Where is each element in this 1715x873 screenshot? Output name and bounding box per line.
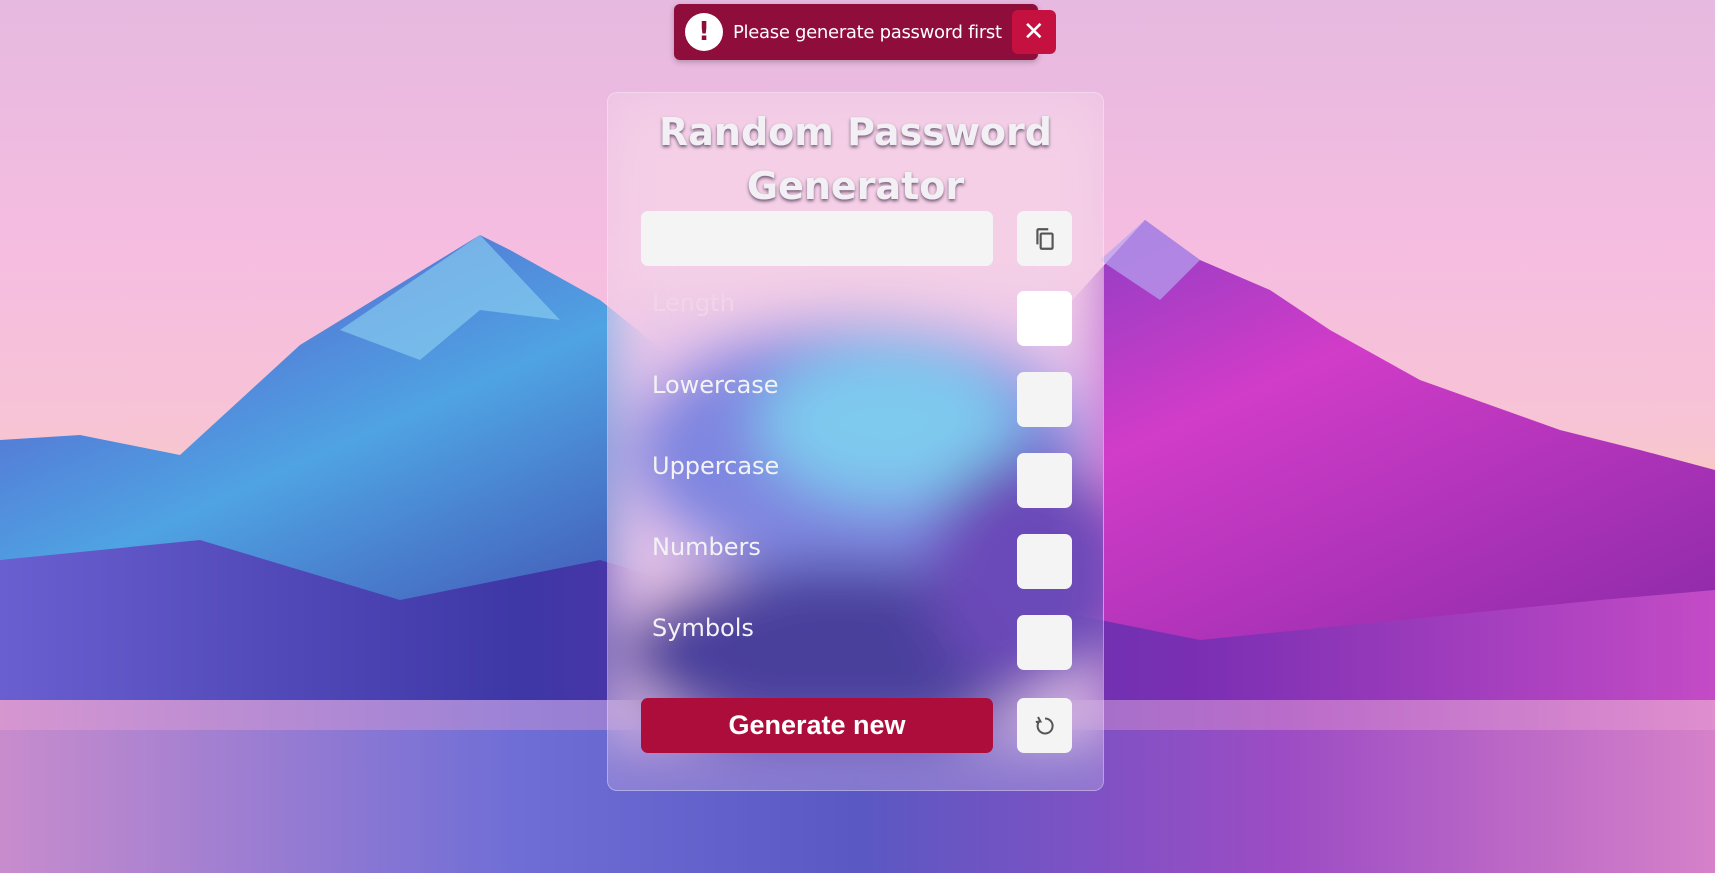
page-title: Random Password Generator — [608, 105, 1103, 213]
lowercase-label: Lowercase — [652, 371, 779, 399]
generator-panel: Random Password Generator Length Lowerca… — [607, 92, 1104, 791]
password-output-field[interactable] — [641, 211, 993, 266]
toast-close-button[interactable]: ✕ — [1011, 10, 1056, 54]
exclamation-icon: ! — [685, 13, 723, 51]
lowercase-checkbox[interactable] — [1017, 372, 1072, 427]
length-input[interactable] — [1017, 291, 1072, 346]
error-toast: ! Please generate password first ✕ — [674, 4, 1056, 60]
copy-button[interactable] — [1017, 211, 1072, 266]
numbers-label: Numbers — [652, 533, 761, 561]
length-label: Length — [652, 289, 735, 317]
symbols-label: Symbols — [652, 614, 754, 642]
symbols-checkbox[interactable] — [1017, 615, 1072, 670]
uppercase-checkbox[interactable] — [1017, 453, 1072, 508]
title-line-1: Random Password — [659, 110, 1052, 154]
refresh-icon — [1035, 716, 1054, 734]
generate-new-button[interactable]: Generate new — [641, 698, 993, 753]
numbers-checkbox[interactable] — [1017, 534, 1072, 589]
title-line-2: Generator — [746, 164, 965, 208]
uppercase-label: Uppercase — [652, 452, 780, 480]
copy-icon — [1035, 227, 1054, 250]
toast-message: Please generate password first — [733, 21, 1002, 43]
reset-button[interactable] — [1017, 698, 1072, 753]
